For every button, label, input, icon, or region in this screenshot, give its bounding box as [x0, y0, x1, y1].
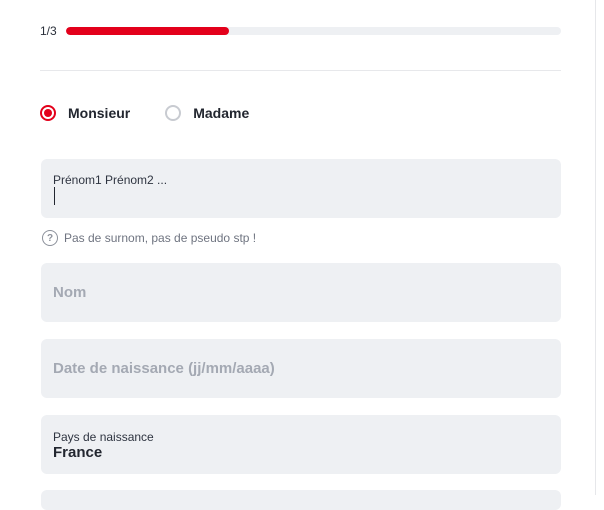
hint-text: Pas de surnom, pas de pseudo stp !: [64, 231, 257, 245]
radio-label-madame: Madame: [193, 105, 250, 121]
birth-date-field[interactable]: Date de naissance (jj/mm/aaaa): [41, 339, 561, 398]
radio-option-madame[interactable]: Madame: [165, 105, 249, 121]
last-name-field[interactable]: Nom: [41, 263, 561, 322]
progress-track: [66, 27, 561, 35]
birth-date-placeholder: Date de naissance (jj/mm/aaaa): [53, 360, 275, 377]
radio-option-monsieur[interactable]: Monsieur: [40, 105, 130, 121]
radio-label-monsieur: Monsieur: [68, 105, 131, 121]
birth-country-select[interactable]: Pays de naissance France: [41, 415, 561, 474]
radio-button-monsieur[interactable]: [40, 105, 56, 121]
gender-radio-group: Monsieur Madame: [40, 102, 249, 124]
radio-selected-dot: [44, 109, 52, 117]
progress-bar-row: 1/3: [40, 22, 561, 40]
first-name-label: Prénom1 Prénom2 ...: [53, 173, 168, 187]
last-name-placeholder: Nom: [53, 284, 87, 301]
birth-country-value: France: [53, 444, 103, 461]
next-field-partial[interactable]: [41, 490, 561, 510]
scroll-area-edge: [595, 0, 604, 495]
radio-button-madame[interactable]: [165, 105, 182, 121]
question-circle-icon: ?: [42, 230, 58, 246]
birth-country-label: Pays de naissance: [53, 430, 154, 444]
divider: [40, 70, 561, 71]
first-name-hint: ? Pas de surnom, pas de pseudo stp !: [42, 229, 256, 247]
text-cursor: [54, 187, 55, 205]
step-counter: 1/3: [40, 24, 57, 38]
first-name-field[interactable]: Prénom1 Prénom2 ...: [41, 159, 561, 218]
progress-fill: [66, 27, 230, 35]
